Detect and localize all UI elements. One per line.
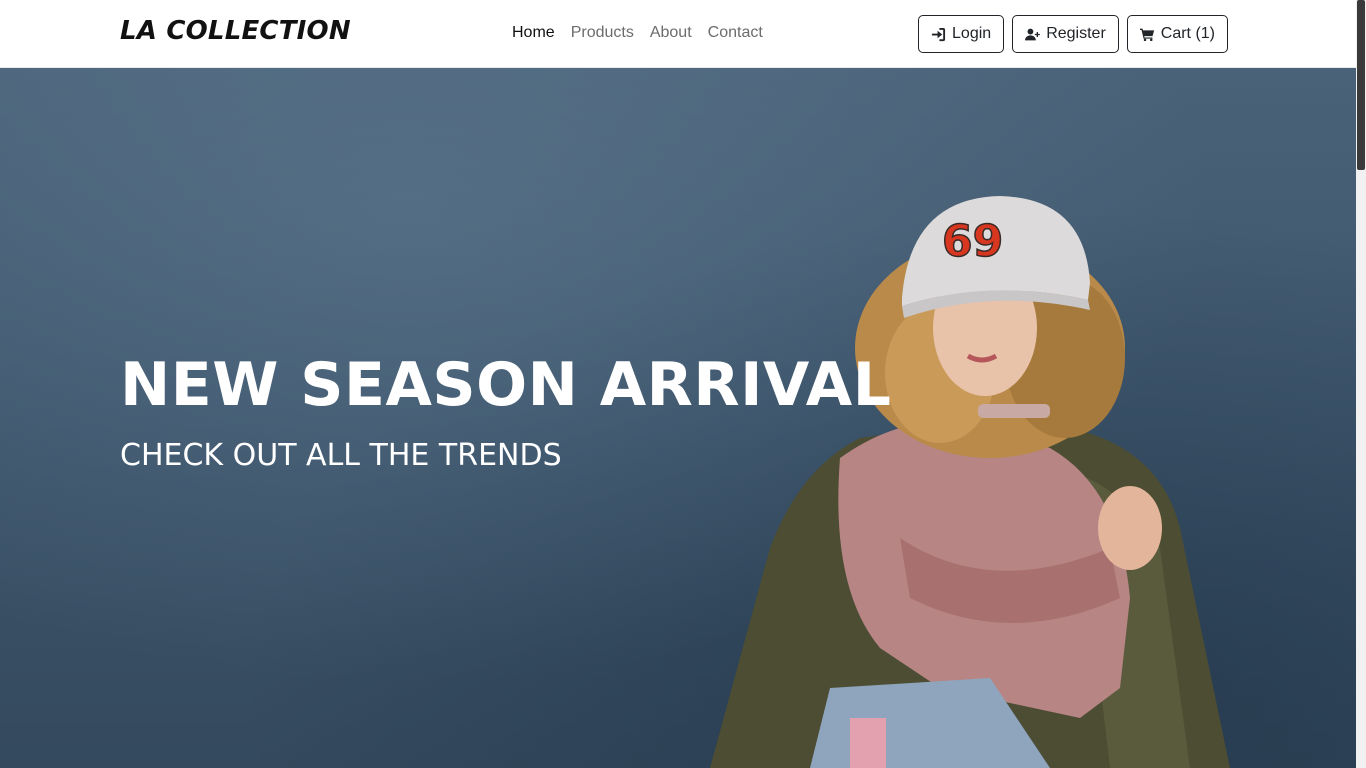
cart-label: Cart (1): [1160, 25, 1215, 42]
shopping-cart-icon: [1139, 28, 1154, 41]
login-label: Login: [952, 25, 992, 42]
main-nav: Home Products About Contact: [504, 22, 771, 44]
hero-title: NEW SEASON ARRIVAL: [120, 350, 892, 420]
navbar: LA COLLECTION Home Products About Contac…: [0, 0, 1356, 68]
nav-link-about[interactable]: About: [642, 22, 700, 44]
scrollbar-thumb[interactable]: [1357, 0, 1365, 170]
nav-link-products[interactable]: Products: [563, 22, 642, 44]
hero-banner: 69 NEW SEASON ARRIVAL CHECK OUT ALL THE …: [0, 68, 1356, 768]
auth-buttons: Login Register Cart (1): [918, 15, 1228, 53]
register-button[interactable]: Register: [1012, 15, 1119, 53]
user-plus-icon: [1025, 28, 1041, 40]
login-button[interactable]: Login: [918, 15, 1005, 53]
hero-subtitle: CHECK OUT ALL THE TRENDS: [120, 438, 562, 473]
page-scrollbar[interactable]: [1356, 0, 1366, 768]
register-label: Register: [1046, 25, 1106, 42]
hero-model-image: 69: [710, 196, 1230, 768]
brand-logo[interactable]: LA COLLECTION: [120, 16, 351, 46]
nav-link-home[interactable]: Home: [504, 22, 563, 44]
cart-button[interactable]: Cart (1): [1126, 15, 1228, 53]
sign-in-icon: [931, 27, 946, 41]
cap-number: 69: [942, 216, 1003, 267]
nav-link-contact[interactable]: Contact: [700, 22, 771, 44]
